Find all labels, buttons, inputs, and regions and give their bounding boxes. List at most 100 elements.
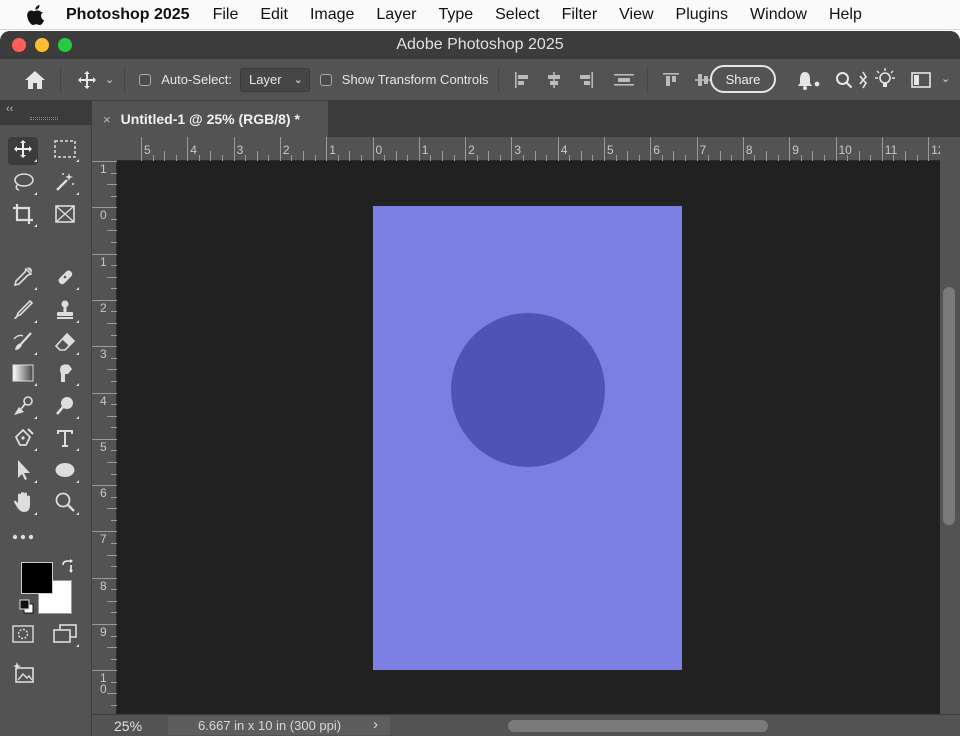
ruler-minor-tick <box>107 415 117 417</box>
default-colors-icon[interactable] <box>19 599 35 615</box>
chevron-right-icon[interactable]: › <box>373 716 378 733</box>
distribute-vertical-icon[interactable] <box>613 71 635 89</box>
lightbulb-icon[interactable] <box>873 68 897 90</box>
eyedropper-tool[interactable] <box>8 265 38 293</box>
ruler-minor-tick <box>107 184 117 186</box>
document-info[interactable]: 6.667 in x 10 in (300 ppi) › <box>168 716 390 735</box>
ruler-tick <box>511 137 513 161</box>
discover-icon[interactable] <box>857 71 869 89</box>
home-icon[interactable] <box>22 70 48 90</box>
hand-tool[interactable] <box>8 490 38 518</box>
brush-icon <box>12 299 34 326</box>
menu-select[interactable]: Select <box>495 6 539 24</box>
ruler-tick <box>326 137 328 161</box>
history-brush-tool[interactable] <box>8 330 38 358</box>
swap-colors-icon[interactable] <box>60 559 76 575</box>
document-canvas[interactable] <box>373 206 682 670</box>
pen-tool[interactable] <box>8 426 38 454</box>
ruler-label: 7 <box>699 143 707 157</box>
menu-plugins[interactable]: Plugins <box>676 6 728 24</box>
horizontal-ruler[interactable]: 5 4 3 2 1 0 1 2 3 4 5 6 7 8 9 10 11 12 <box>117 137 953 161</box>
menu-type[interactable]: Type <box>438 6 473 24</box>
zoom-tool[interactable] <box>50 490 80 518</box>
screen-mode-button[interactable] <box>50 622 80 650</box>
search-icon[interactable] <box>835 71 853 89</box>
ruler-tick <box>696 137 698 161</box>
align-top-icon[interactable] <box>662 71 680 89</box>
workspace-layout-icon[interactable] <box>911 72 931 88</box>
magic-wand-tool[interactable] <box>50 170 80 198</box>
path-selection-tool[interactable] <box>8 458 38 486</box>
ellipse-tool[interactable] <box>50 458 80 486</box>
apple-icon[interactable] <box>24 4 48 25</box>
close-window-button[interactable] <box>12 38 26 52</box>
lasso-tool[interactable] <box>8 170 38 198</box>
menu-filter[interactable]: Filter <box>562 6 598 24</box>
align-left-icon[interactable] <box>513 71 531 89</box>
healing-brush-tool[interactable] <box>50 265 80 293</box>
chevron-down-icon[interactable]: ⌄ <box>941 72 950 85</box>
toolbar-collapse-strip[interactable]: ‹‹ <box>0 101 92 125</box>
ruler-tick <box>372 137 374 161</box>
dodge-tool[interactable] <box>8 394 38 422</box>
menu-image[interactable]: Image <box>310 6 354 24</box>
move-tool-icon[interactable] <box>77 70 97 90</box>
ruler-tick <box>835 137 837 161</box>
circle-shape[interactable] <box>451 313 605 467</box>
frame-tool[interactable] <box>50 202 80 230</box>
foreground-color-swatch[interactable] <box>21 562 53 594</box>
rectangular-marquee-tool[interactable] <box>50 137 80 165</box>
edit-toolbar-button[interactable] <box>8 522 38 550</box>
generate-image-button[interactable] <box>8 661 38 689</box>
collapse-chevron-icon[interactable]: ‹‹ <box>6 103 13 115</box>
zoom-burn-tool[interactable] <box>50 394 80 422</box>
zoom-window-button[interactable] <box>58 38 72 52</box>
crop-icon <box>12 203 34 230</box>
clone-stamp-tool[interactable] <box>50 298 80 326</box>
menu-edit[interactable]: Edit <box>260 6 288 24</box>
app-name-menu[interactable]: Photoshop 2025 <box>66 6 190 24</box>
ruler-minor-tick <box>441 151 443 161</box>
vertical-scrollbar[interactable] <box>940 137 960 714</box>
show-transform-checkbox[interactable] <box>319 73 332 86</box>
ruler-minor-tick <box>164 151 166 161</box>
chevron-down-icon[interactable]: ⌄ <box>105 73 114 86</box>
close-tab-icon[interactable]: × <box>103 112 111 127</box>
canvas-area[interactable] <box>117 161 940 714</box>
horizontal-scroll-thumb[interactable] <box>508 720 768 732</box>
smudge-tool[interactable] <box>50 361 80 389</box>
tools-panel <box>0 125 92 736</box>
align-right-icon[interactable] <box>577 71 595 89</box>
menu-window[interactable]: Window <box>750 6 807 24</box>
zoom-level[interactable]: 25% <box>114 718 142 734</box>
vertical-ruler[interactable]: 101234567891 0 <box>92 161 117 714</box>
menu-layer[interactable]: Layer <box>376 6 416 24</box>
menu-view[interactable]: View <box>619 6 653 24</box>
ruler-label: 10 <box>838 143 852 157</box>
document-tab[interactable]: × Untitled-1 @ 25% (RGB/8) * <box>92 101 328 137</box>
crop-tool[interactable] <box>8 202 38 230</box>
auto-select-checkbox[interactable] <box>139 73 152 86</box>
ruler-minor-tick <box>719 151 721 161</box>
eraser-tool[interactable] <box>50 330 80 358</box>
align-horizontal-center-icon[interactable] <box>545 71 563 89</box>
share-button[interactable]: Share <box>710 65 776 93</box>
grip-handle[interactable] <box>30 117 58 120</box>
ruler-label: 4 <box>560 143 568 157</box>
vertical-scroll-thumb[interactable] <box>943 287 955 525</box>
minimize-window-button[interactable] <box>35 38 49 52</box>
move-tool[interactable] <box>8 137 38 165</box>
type-tool[interactable] <box>50 426 80 454</box>
auto-select-target-dropdown[interactable]: Layer ⌄ <box>240 67 310 92</box>
menu-file[interactable]: File <box>213 6 239 24</box>
brush-tool[interactable] <box>8 298 38 326</box>
ruler-corner[interactable] <box>92 137 117 161</box>
ellipse-icon <box>54 461 76 484</box>
ruler-label: 3 <box>236 143 244 157</box>
gradient-tool[interactable] <box>8 361 38 389</box>
menu-help[interactable]: Help <box>829 6 862 24</box>
quick-mask-button[interactable] <box>8 622 38 650</box>
ruler-minor-tick <box>627 151 629 161</box>
notifications-bell-icon[interactable] <box>796 70 822 90</box>
ruler-label: 9 <box>100 625 107 639</box>
